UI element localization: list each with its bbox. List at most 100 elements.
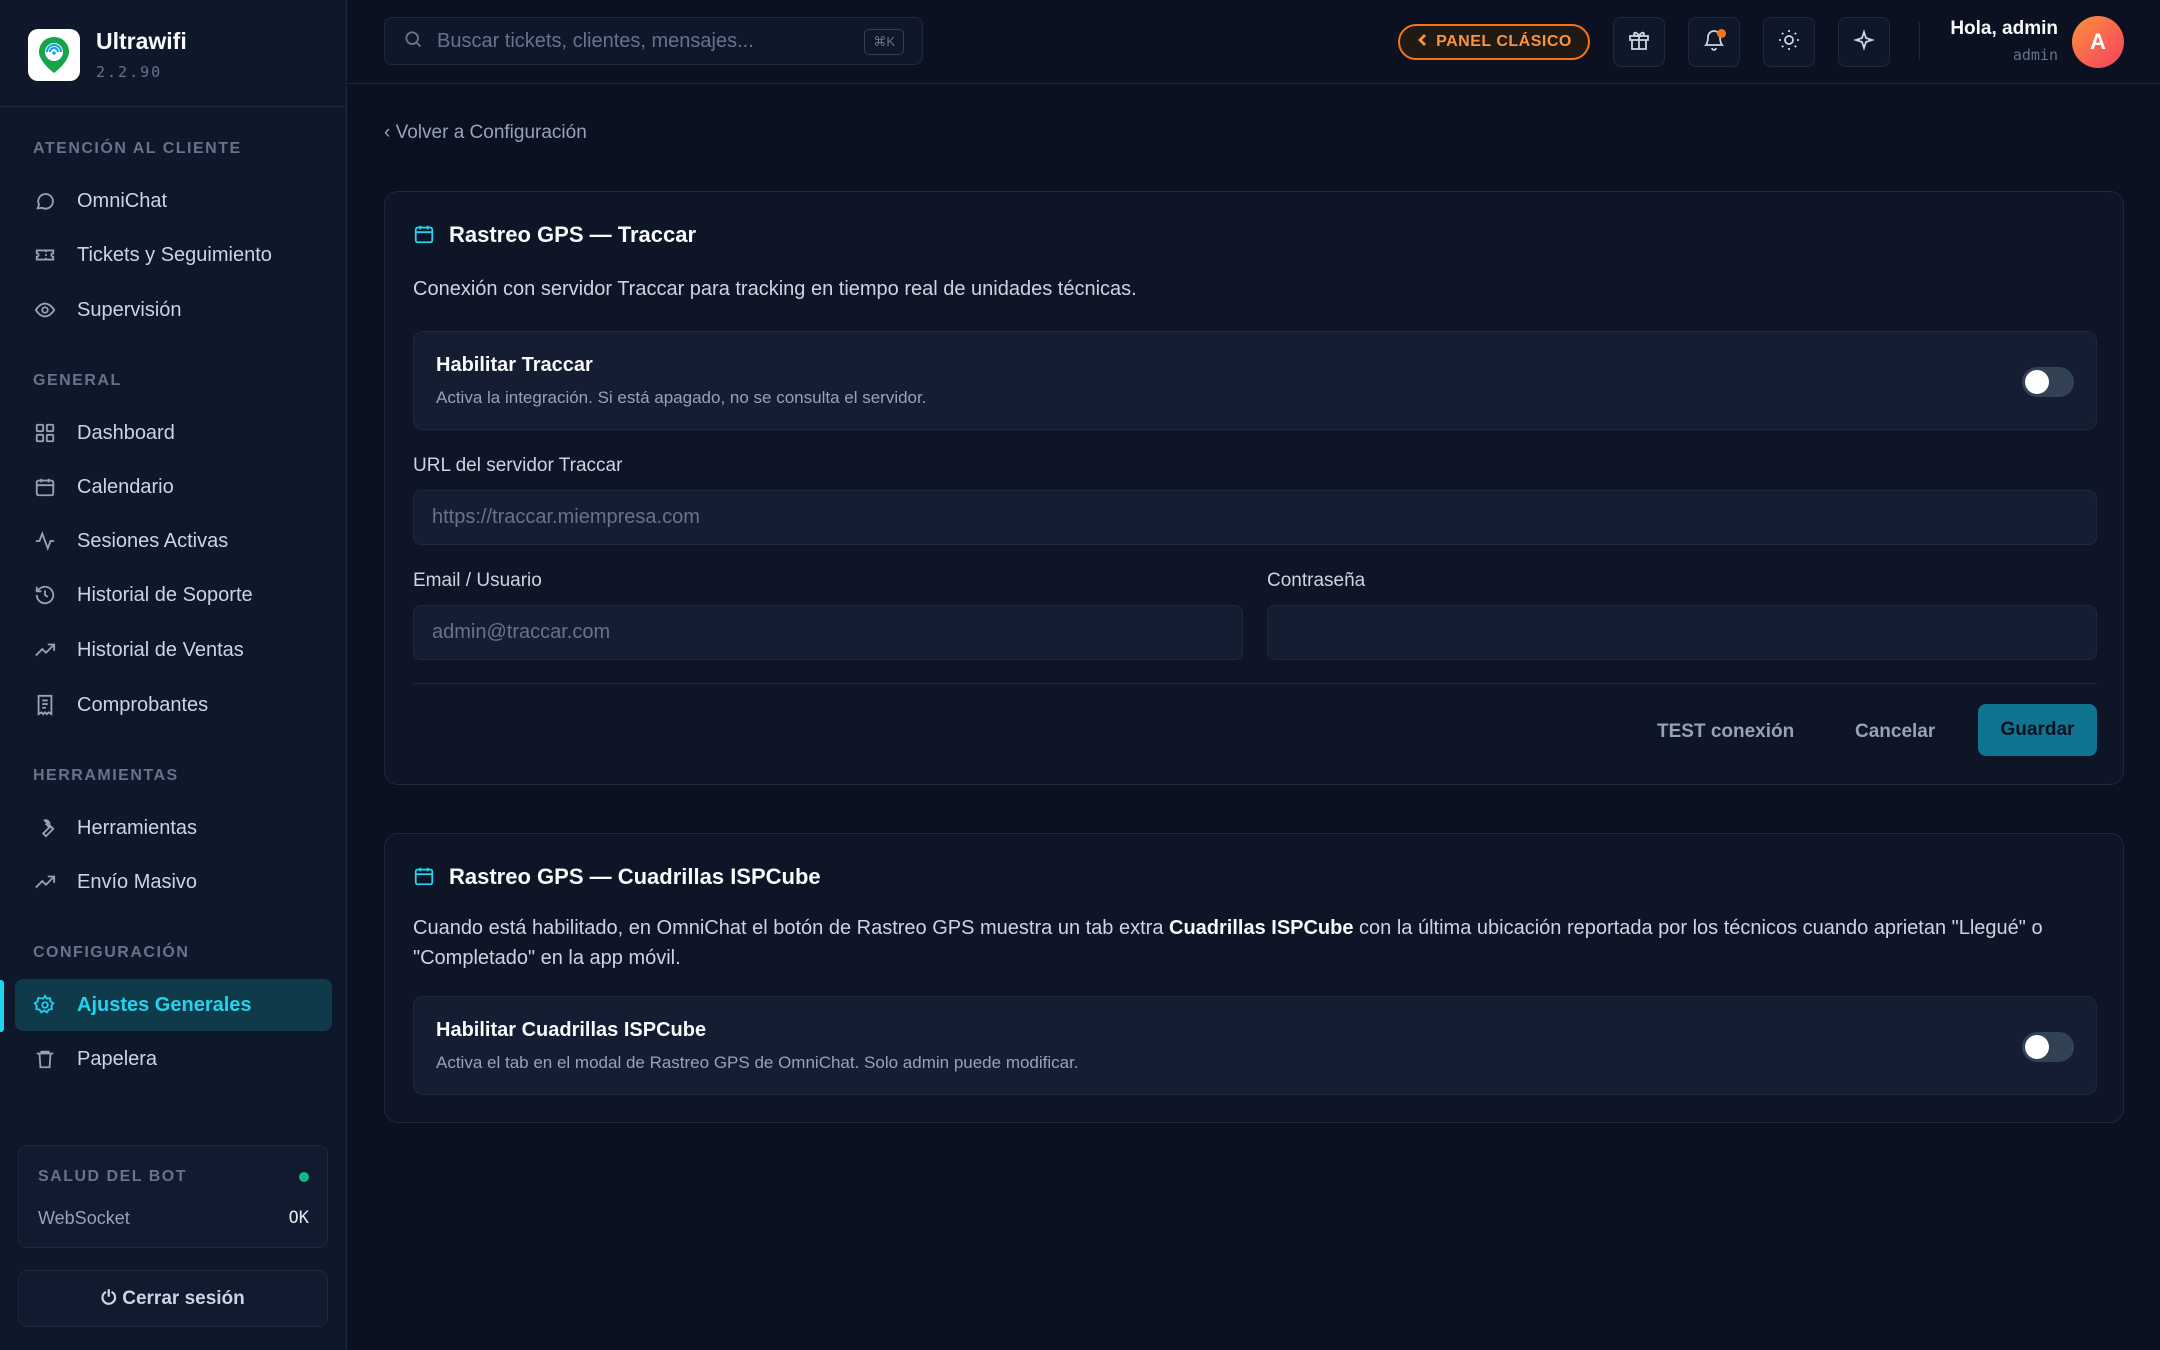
calendar-icon — [413, 223, 437, 247]
section-title-herramientas: HERRAMIENTAS — [33, 767, 179, 784]
top-header: ⌘K PANEL CLÁSICO Hola, admin admin A — [348, 0, 2160, 84]
gift-button[interactable] — [1613, 17, 1665, 67]
receipt-icon — [33, 693, 57, 717]
websocket-status: OK — [288, 1208, 309, 1228]
sidebar-item-omnichat[interactable]: OmniChat — [15, 175, 332, 227]
sidebar-item-dashboard[interactable]: Dashboard — [15, 407, 332, 459]
history-icon — [33, 583, 57, 607]
save-button[interactable]: Guardar — [1978, 704, 2097, 756]
back-to-settings-link[interactable]: ‹ Volver a Configuración — [384, 122, 587, 144]
bot-health-card: SALUD DEL BOT WebSocket OK — [18, 1145, 328, 1248]
url-label: URL del servidor Traccar — [413, 455, 623, 476]
calendar-icon — [413, 865, 437, 889]
description-pre: Cuando está habilitado, en OmniChat el b… — [413, 917, 1169, 939]
user-role: admin — [2012, 46, 2058, 64]
sidebar-item-historial-soporte[interactable]: Historial de Soporte — [15, 569, 332, 621]
test-connection-button[interactable]: TEST conexión — [1657, 721, 1794, 743]
search-shortcut: ⌘K — [864, 29, 904, 55]
brand-name: Ultrawifi — [96, 28, 187, 54]
ticket-icon — [33, 243, 57, 267]
brand[interactable]: Ultrawifi 2.2.90 — [28, 28, 187, 81]
brand-divider — [0, 106, 347, 107]
greeting-text: Hola, admin — [1950, 18, 2058, 39]
section-title-atencion: ATENCIÓN AL CLIENTE — [33, 140, 242, 157]
traccar-card: Rastreo GPS — Traccar Conexión con servi… — [384, 191, 2124, 785]
cancel-button[interactable]: Cancelar — [1855, 721, 1935, 743]
sidebar-item-label: Ajustes Generales — [77, 993, 252, 1016]
activity-icon — [33, 529, 57, 553]
section-title-configuracion: CONFIGURACIÓN — [33, 944, 190, 961]
sidebar-item-envio-masivo[interactable]: Envío Masivo — [15, 856, 332, 908]
sidebar-item-herramientas[interactable]: Herramientas — [15, 802, 332, 854]
avatar[interactable]: A — [2072, 16, 2124, 68]
traccar-password-input[interactable] — [1268, 606, 2096, 659]
ai-assistant-button[interactable] — [1838, 17, 1890, 67]
user-greeting[interactable]: Hola, admin admin — [1950, 18, 2058, 64]
search-box[interactable]: ⌘K — [384, 17, 923, 65]
ispcube-card-title: Rastreo GPS — Cuadrillas ISPCube — [413, 864, 821, 890]
chevron-left-icon — [1416, 33, 1428, 52]
trash-icon — [33, 1047, 57, 1071]
sidebar-item-label: Papelera — [77, 1047, 158, 1070]
logout-button[interactable]: ⏻ Cerrar sesión — [18, 1270, 328, 1327]
sidebar-item-label: Supervisión — [77, 298, 182, 321]
sidebar-item-label: Historial de Ventas — [77, 638, 244, 661]
grid-icon — [33, 421, 57, 445]
url-field-wrapper — [413, 490, 2097, 545]
trending-up-icon — [33, 638, 57, 662]
calendar-icon — [33, 475, 57, 499]
classic-panel-label: PANEL CLÁSICO — [1436, 33, 1572, 50]
traccar-url-input[interactable] — [414, 491, 2096, 544]
sidebar-item-sesiones[interactable]: Sesiones Activas — [15, 515, 332, 567]
logout-label: Cerrar sesión — [122, 1287, 245, 1309]
traccar-email-input[interactable] — [414, 606, 1242, 659]
notifications-button[interactable] — [1688, 17, 1740, 67]
status-dot — [299, 1172, 309, 1182]
sidebar-item-label: Dashboard — [77, 421, 175, 444]
websocket-label: WebSocket — [38, 1208, 130, 1228]
toggle-title: Habilitar Cuadrillas ISPCube — [436, 1019, 707, 1041]
classic-panel-button[interactable]: PANEL CLÁSICO — [1398, 24, 1590, 60]
bot-health-title: SALUD DEL BOT — [38, 1168, 187, 1185]
traccar-enable-row: Habilitar Traccar Activa la integración.… — [413, 331, 2097, 430]
card-title-text: Rastreo GPS — Traccar — [449, 222, 697, 247]
sidebar-item-papelera[interactable]: Papelera — [15, 1033, 332, 1085]
toggle-knob — [2025, 370, 2049, 394]
sparkle-icon — [1852, 28, 1876, 57]
sidebar-item-label: Envío Masivo — [77, 870, 198, 893]
traccar-enable-toggle[interactable] — [2022, 367, 2074, 397]
section-title-general: GENERAL — [33, 372, 122, 389]
sidebar: Ultrawifi 2.2.90 ATENCIÓN AL CLIENTE Omn… — [0, 0, 347, 1350]
traccar-description: Conexión con servidor Traccar para track… — [413, 278, 1137, 300]
sidebar-item-label: Historial de Soporte — [77, 583, 253, 606]
description-bold: Cuadrillas ISPCube — [1169, 917, 1354, 939]
sidebar-item-label: Comprobantes — [77, 693, 209, 716]
sidebar-item-label: Calendario — [77, 475, 174, 498]
sidebar-item-label: Tickets y Seguimiento — [77, 243, 272, 266]
sidebar-item-calendario[interactable]: Calendario — [15, 461, 332, 513]
gear-icon — [33, 993, 57, 1017]
search-input[interactable] — [437, 29, 857, 53]
eye-icon — [33, 298, 57, 322]
search-icon — [403, 29, 423, 54]
password-field-wrapper — [1267, 605, 2097, 660]
ispcube-card: Rastreo GPS — Cuadrillas ISPCube Cuando … — [384, 833, 2124, 1123]
toggle-subtitle: Activa la integración. Si está apagado, … — [436, 388, 927, 407]
active-indicator — [0, 980, 4, 1032]
sidebar-item-supervision[interactable]: Supervisión — [15, 284, 332, 336]
sun-icon — [1777, 28, 1801, 57]
trending-up-icon — [33, 870, 57, 894]
sidebar-item-historial-ventas[interactable]: Historial de Ventas — [15, 624, 332, 676]
ispcube-enable-toggle[interactable] — [2022, 1032, 2074, 1062]
toggle-knob — [2025, 1035, 2049, 1059]
sidebar-item-label: Sesiones Activas — [77, 529, 229, 552]
notification-dot — [1717, 29, 1726, 38]
wrench-icon — [33, 816, 57, 840]
ispcube-enable-row: Habilitar Cuadrillas ISPCube Activa el t… — [413, 996, 2097, 1095]
theme-toggle-button[interactable] — [1763, 17, 1815, 67]
power-icon: ⏻ — [101, 1287, 117, 1309]
sidebar-item-ajustes-generales[interactable]: Ajustes Generales — [15, 979, 332, 1031]
sidebar-item-tickets[interactable]: Tickets y Seguimiento — [15, 229, 332, 281]
sidebar-item-comprobantes[interactable]: Comprobantes — [15, 679, 332, 731]
gift-icon — [1627, 28, 1651, 57]
